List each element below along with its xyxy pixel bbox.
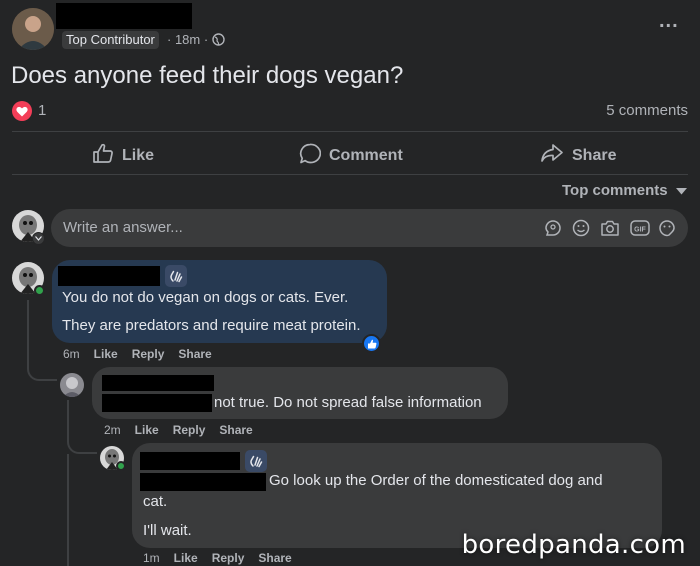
thread-line-3 [67,454,69,566]
comment-3-actions: 1m Like Reply Share [143,551,292,565]
comment-2-reply-button[interactable]: Reply [173,423,206,437]
comment-2-time[interactable]: 2m [104,423,121,437]
like-button[interactable]: Like [92,143,154,168]
watermark: boredpanda.com [461,530,686,560]
comment-input-placeholder: Write an answer... [63,219,183,236]
comment-3-line-2: cat. [143,493,168,510]
avatar-sticker-icon[interactable] [543,219,563,242]
svg-text:GIF: GIF [634,227,646,234]
post-time[interactable]: · 18m · [167,32,208,47]
comment-button[interactable]: Comment [299,143,403,169]
online-status-dot-3 [116,461,126,471]
comment-3-time[interactable]: 1m [143,551,160,565]
comment-1-share-button[interactable]: Share [178,347,211,361]
comment-3-line-1: Go look up the Order of the domesticated… [269,472,603,489]
camera-icon[interactable] [600,219,620,242]
new-member-wave-icon-3 [245,450,267,472]
commenter-name-redacted-3 [140,452,240,470]
comment-2-like-button[interactable]: Like [135,423,159,437]
comment-2-share-button[interactable]: Share [219,423,252,437]
comment-text-redacted-2 [102,394,212,412]
comment-like-reaction-icon[interactable] [362,334,381,353]
comment-1-actions: 6m Like Reply Share [63,347,212,361]
reaction-count[interactable]: 1 [38,102,46,119]
comment-input[interactable]: Write an answer... GIF [51,209,688,247]
comment-1-like-button[interactable]: Like [94,347,118,361]
share-arrow-icon [540,143,564,168]
comment-3-like-button[interactable]: Like [174,551,198,565]
comment-3-line-3: I'll wait. [143,522,192,539]
top-contributor-badge[interactable]: Top Contributor [62,31,159,49]
thumbs-up-icon [92,143,114,168]
globe-icon [212,33,225,51]
comment-text-redacted-3 [140,473,266,491]
comment-3-reply-button[interactable]: Reply [212,551,245,565]
online-status-dot [34,285,45,296]
share-button[interactable]: Share [540,143,616,168]
author-avatar[interactable] [12,8,54,50]
comment-label: Comment [329,147,403,164]
divider-bottom [12,174,688,175]
comment-1-line-2: They are predators and require meat prot… [62,317,361,334]
chevron-down-icon[interactable] [32,232,45,245]
comment-1-time[interactable]: 6m [63,347,80,361]
commenter-name-redacted-1 [58,266,160,286]
comment-2-text: not true. Do not spread false informatio… [214,394,482,411]
sort-label: Top comments [562,182,668,199]
commenter-avatar-2[interactable] [60,373,84,397]
author-name-redacted [56,3,192,29]
comment-2-actions: 2m Like Reply Share [104,423,253,437]
comment-1-line-1: You do not do vegan on dogs or cats. Eve… [62,289,349,306]
share-label: Share [572,146,617,164]
sticker-icon[interactable] [658,219,676,242]
comment-count[interactable]: 5 comments [606,102,688,119]
love-reaction-icon[interactable] [12,101,32,121]
sort-comments-dropdown[interactable]: Top comments [562,182,687,199]
divider-top [12,131,688,132]
post-title: Does anyone feed their dogs vegan? [11,62,404,89]
caret-down-icon [675,182,687,199]
emoji-icon[interactable] [572,219,590,242]
comment-3-share-button[interactable]: Share [258,551,291,565]
like-label: Like [122,146,155,164]
comment-bubble-icon [299,143,322,169]
gif-icon[interactable]: GIF [630,219,650,242]
commenter-name-redacted-2 [102,375,214,391]
more-options-button[interactable]: ... [659,10,679,33]
comment-1-reply-button[interactable]: Reply [132,347,165,361]
new-member-wave-icon [165,265,187,287]
